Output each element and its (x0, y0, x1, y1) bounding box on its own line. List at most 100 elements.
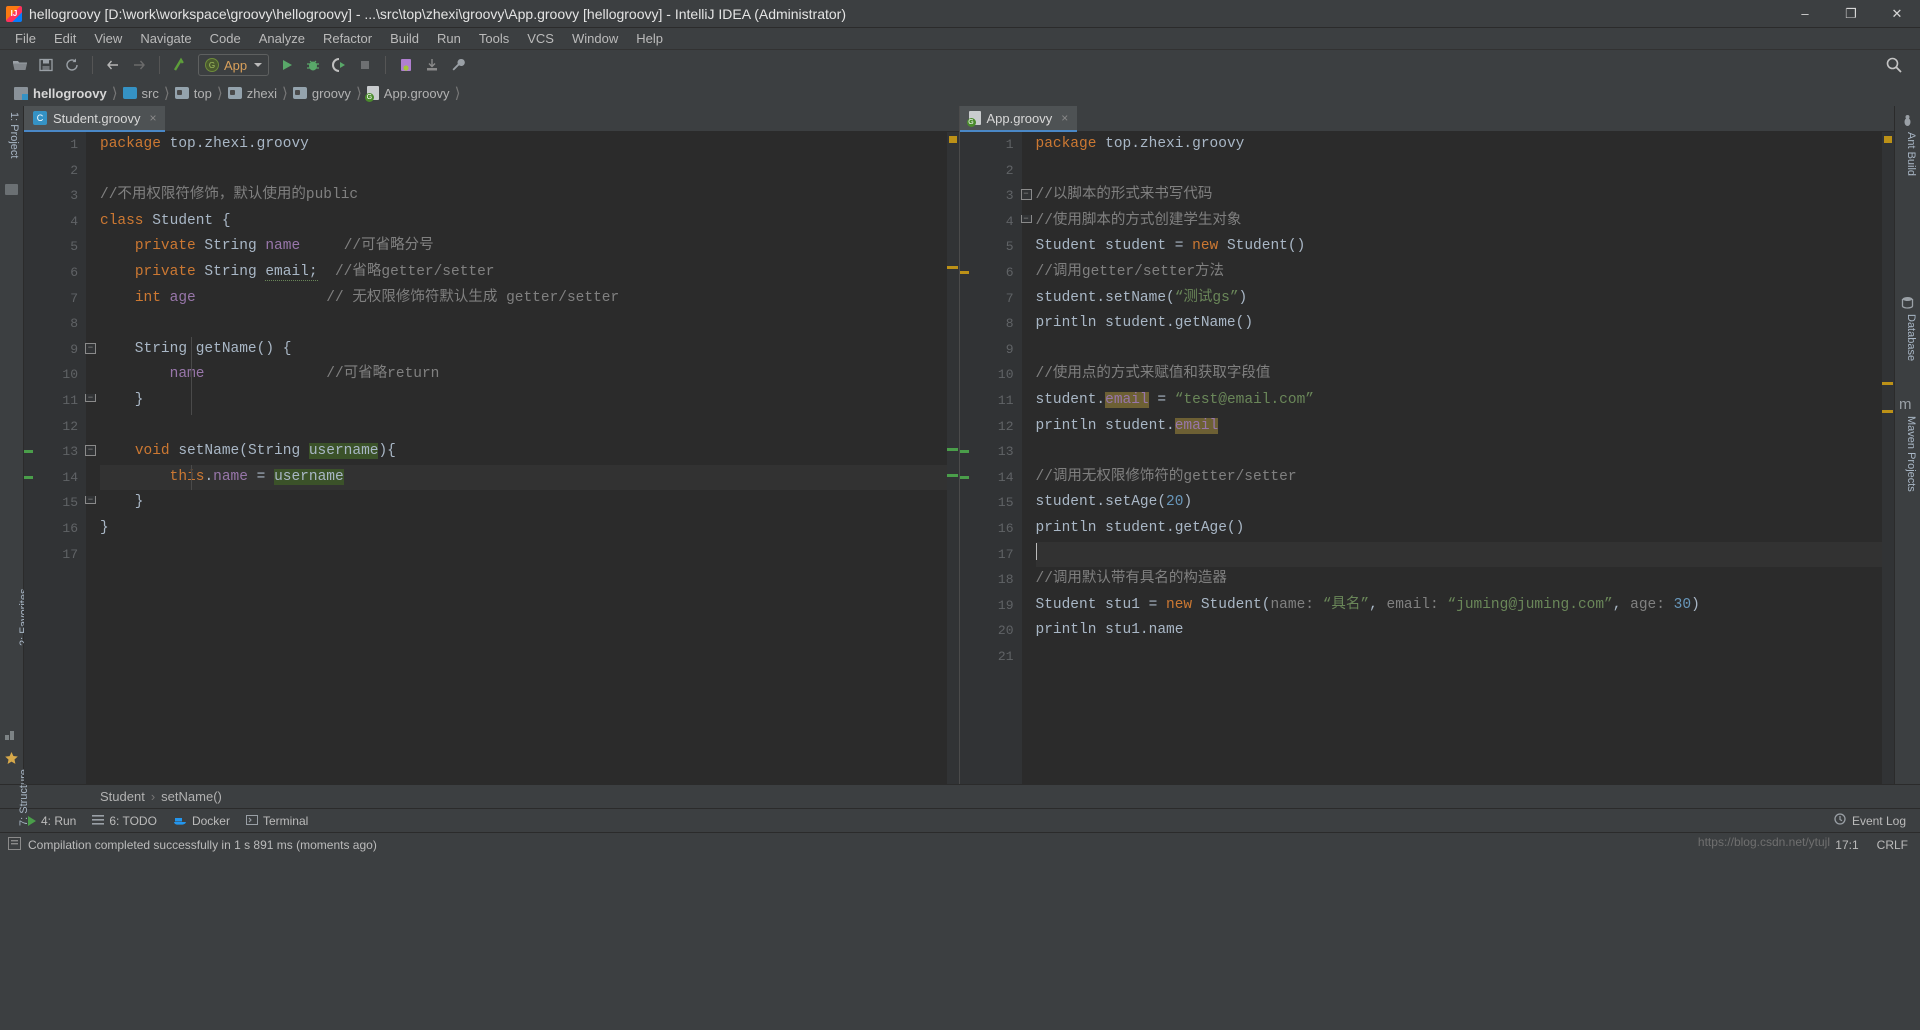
forward-arrow-icon[interactable] (127, 53, 151, 77)
toolwindow-terminal[interactable]: Terminal (245, 814, 308, 828)
open-folder-icon[interactable] (8, 53, 32, 77)
line-separator[interactable]: CRLF (1877, 838, 1908, 852)
error-stripe-right[interactable] (1882, 132, 1894, 784)
toolwindow-run[interactable]: 4: Run (28, 814, 76, 828)
code-line[interactable]: } (100, 490, 959, 516)
run-configuration-selector[interactable]: G App (198, 54, 270, 76)
code-line[interactable] (100, 542, 959, 568)
gutter-left[interactable]: 1 2 3 4 5 6 7 8 9−10 11−12 13−14 15−16 17 (24, 132, 96, 784)
code-line[interactable]: Student stu1 = new Student(name: “具名”, e… (1036, 593, 1895, 619)
modified-stripe-mark[interactable] (1882, 382, 1893, 385)
code-area-left[interactable]: package top.zhexi.groovy //不用权限符修饰，默认使用的p… (86, 132, 959, 784)
code-line[interactable] (100, 414, 959, 440)
menu-refactor[interactable]: Refactor (314, 29, 381, 48)
code-line[interactable] (100, 158, 959, 184)
code-line[interactable]: student.setName(“测试gs”) (1036, 286, 1895, 312)
stop-button[interactable] (353, 53, 377, 77)
run-with-coverage-button[interactable] (327, 53, 351, 77)
code-line[interactable] (1035, 541, 1894, 568)
vcs-change-marker[interactable] (959, 450, 969, 454)
added-stripe-mark[interactable] (946, 474, 958, 477)
toolwindow-docker[interactable]: Docker (173, 814, 230, 828)
breadcrumb-item-zhexi[interactable]: zhexi (224, 86, 281, 101)
code-line[interactable]: } (100, 388, 959, 414)
menu-code[interactable]: Code (201, 29, 250, 48)
close-button[interactable]: ✕ (1874, 0, 1920, 28)
sync-icon[interactable] (60, 53, 84, 77)
nav-method[interactable]: setName() (161, 789, 222, 804)
vcs-change-marker[interactable] (959, 270, 969, 274)
menu-navigate[interactable]: Navigate (131, 29, 200, 48)
menu-help[interactable]: Help (627, 29, 672, 48)
breadcrumb-item-groovy[interactable]: groovy (289, 86, 355, 101)
code-line[interactable]: package top.zhexi.groovy (1036, 132, 1895, 158)
code-line[interactable]: private String email; //省略getter/setter (100, 260, 959, 286)
code-line[interactable]: String getName() { (100, 337, 959, 363)
minimize-button[interactable]: – (1782, 0, 1828, 28)
toolwindow-event-log[interactable]: Event Log (1834, 813, 1920, 828)
tab-student-groovy[interactable]: C Student.groovy × (24, 106, 166, 132)
code-line[interactable] (1036, 644, 1895, 670)
menu-file[interactable]: File (6, 29, 45, 48)
close-icon[interactable]: × (149, 111, 156, 125)
modified-stripe-mark[interactable] (1882, 410, 1893, 413)
code-line[interactable]: //使用脚本的方式创建学生对象 (1036, 209, 1895, 235)
code-line[interactable]: student.setAge(20) (1036, 490, 1895, 516)
menu-window[interactable]: Window (563, 29, 627, 48)
code-line[interactable] (1036, 439, 1895, 465)
save-icon[interactable] (34, 53, 58, 77)
avd-manager-icon[interactable] (394, 53, 418, 77)
menu-analyze[interactable]: Analyze (250, 29, 314, 48)
vcs-change-marker[interactable] (24, 450, 33, 454)
error-stripe-left[interactable] (946, 132, 959, 784)
code-line[interactable]: name //可省略return (100, 362, 959, 388)
code-line[interactable]: private String name //可省略分号 (100, 234, 959, 260)
code-line[interactable] (1036, 337, 1895, 363)
sidebar-item-project[interactable]: 1: Project (8, 112, 20, 158)
breadcrumb-item-src[interactable]: src (119, 86, 163, 101)
code-line[interactable]: this.name = username (100, 464, 959, 491)
breadcrumb-item-top[interactable]: top (171, 86, 216, 101)
code-line[interactable]: package top.zhexi.groovy (100, 132, 959, 158)
warning-stripe-mark[interactable] (1884, 136, 1892, 143)
code-line[interactable]: //调用默认带有具名的构造器 (1036, 567, 1895, 593)
code-line[interactable]: //调用getter/setter方法 (1036, 260, 1895, 286)
code-line[interactable]: //调用无权限修饰符的getter/setter (1036, 465, 1895, 491)
caret-position[interactable]: 17:1 (1835, 838, 1858, 852)
code-line[interactable]: } (100, 516, 959, 542)
sidebar-item-maven-projects[interactable]: Maven Projects (1905, 416, 1917, 492)
code-line[interactable]: int age // 无权限修饰符默认生成 getter/setter (100, 286, 959, 312)
maximize-button[interactable]: ❐ (1828, 0, 1874, 28)
run-button[interactable] (275, 53, 299, 77)
menu-edit[interactable]: Edit (45, 29, 85, 48)
modified-stripe-mark[interactable] (946, 266, 958, 269)
search-everywhere-icon[interactable] (1882, 53, 1906, 77)
nav-class[interactable]: Student (100, 789, 145, 804)
back-arrow-icon[interactable] (101, 53, 125, 77)
code-area-right[interactable]: package top.zhexi.groovy //以脚本的形式来书写代码 //使… (1022, 132, 1895, 784)
code-line[interactable]: student.email = “test@email.com” (1036, 388, 1895, 414)
menu-tools[interactable]: Tools (470, 29, 518, 48)
vcs-change-marker[interactable] (959, 475, 969, 479)
menu-view[interactable]: View (85, 29, 131, 48)
breadcrumb-item-file[interactable]: App.groovy (363, 86, 454, 102)
code-line[interactable] (100, 311, 959, 337)
code-line[interactable]: void setName(String username){ (100, 439, 959, 465)
sidebar-item-database[interactable]: Database (1905, 314, 1917, 361)
debug-button[interactable] (301, 53, 325, 77)
vcs-change-marker[interactable] (24, 475, 33, 479)
sdk-manager-icon[interactable] (420, 53, 444, 77)
code-line[interactable]: //以脚本的形式来书写代码 (1036, 183, 1895, 209)
code-line[interactable]: println stu1.name (1036, 618, 1895, 644)
tab-app-groovy[interactable]: App.groovy × (959, 106, 1078, 132)
code-line[interactable] (1036, 158, 1895, 184)
menu-run[interactable]: Run (428, 29, 470, 48)
code-line[interactable]: println student.email (1036, 414, 1895, 440)
breadcrumb-item-module[interactable]: hellogroovy (10, 86, 111, 101)
code-line[interactable]: //使用点的方式来赋值和获取字段值 (1036, 362, 1895, 388)
warning-stripe-mark[interactable] (948, 136, 957, 143)
toolwindow-todo[interactable]: 6: TODO (92, 814, 157, 828)
added-stripe-mark[interactable] (946, 448, 958, 451)
menu-build[interactable]: Build (381, 29, 428, 48)
gutter-right[interactable]: 1 2 3−4−5 6 7 8 9 10 11 12 13 14 15 16 17 18 19 20 21 (959, 132, 1032, 784)
